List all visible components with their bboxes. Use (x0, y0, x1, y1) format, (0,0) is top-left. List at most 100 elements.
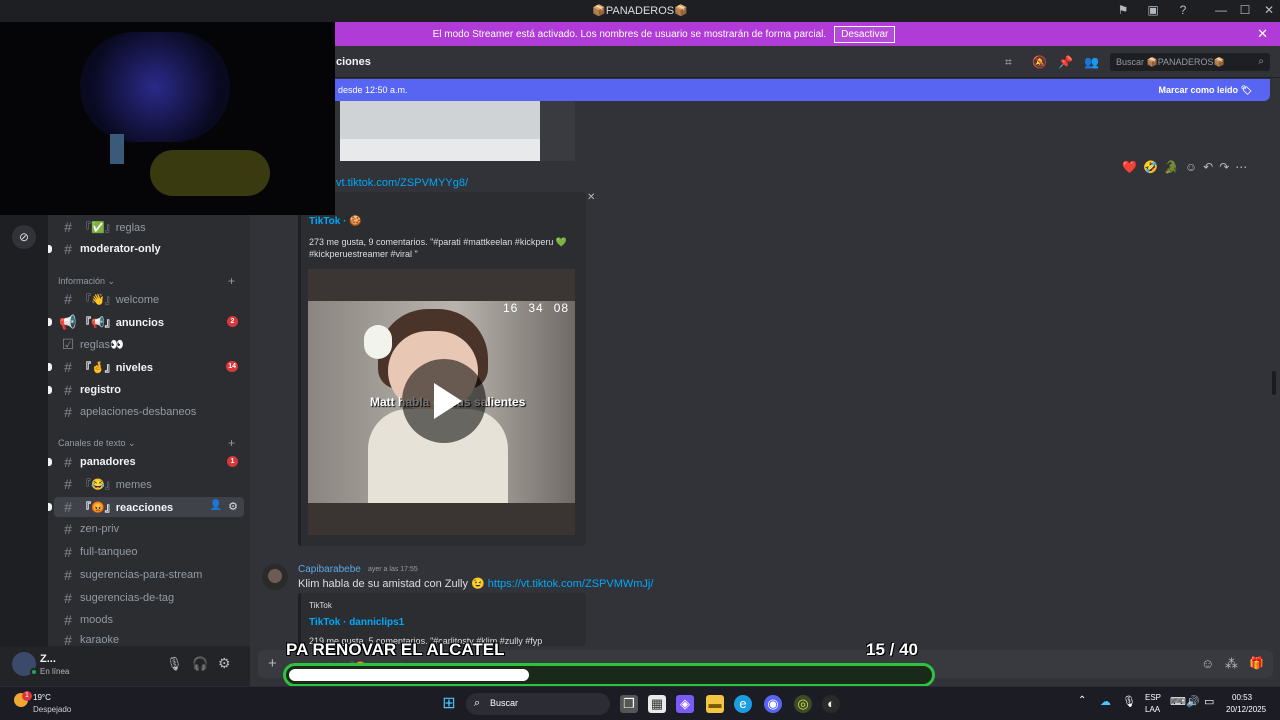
windows-start-icon[interactable]: ⊞ (440, 695, 458, 713)
channel-reglas-eyes[interactable]: ☑ reglas👀 (54, 334, 244, 354)
gear-icon[interactable]: ⚙ (228, 500, 238, 513)
microphone-tray-icon[interactable]: 🎙 (1122, 695, 1136, 708)
unread-indicator (48, 386, 52, 394)
apps-icon[interactable]: ⁂ (1225, 656, 1238, 672)
close-window-button[interactable]: ✕ (1258, 3, 1280, 17)
tiktok-link[interactable]: vt.tiktok.com/ZSPVMYYg8/ (336, 177, 468, 189)
discover-icon[interactable]: ⊘ (12, 225, 36, 249)
goal-count: 15 / 40 (866, 640, 918, 660)
channel-moderator-only[interactable]: # moderator-only (48, 239, 244, 259)
file-explorer-icon[interactable]: ▬ (706, 695, 724, 713)
members-icon[interactable]: 👥 (1084, 55, 1099, 69)
discord-icon[interactable]: ◉ (764, 695, 782, 713)
add-channel-icon[interactable]: + (228, 436, 235, 450)
embed-provider[interactable]: TikTok · 🍪 (309, 216, 362, 227)
reply-icon[interactable]: ↶ (1203, 160, 1213, 178)
play-button[interactable] (402, 359, 486, 443)
invite-icon[interactable]: 👤 (210, 500, 222, 511)
channel-panadores[interactable]: # panadores 1 (48, 452, 244, 472)
channel-label: 『📢』anuncios (80, 317, 164, 329)
pin-icon[interactable]: 📌 (1058, 55, 1073, 69)
edge-browser-icon[interactable]: e (734, 695, 752, 713)
copilot-icon[interactable]: ◈ (676, 695, 694, 713)
channel-zen-priv[interactable]: # zen-priv (54, 519, 244, 539)
store-icon[interactable]: ▦ (648, 695, 666, 713)
upload-plus-icon[interactable]: + (268, 655, 277, 672)
onedrive-icon[interactable]: ☁ (1100, 695, 1111, 708)
channel-moods[interactable]: # moods (54, 610, 244, 630)
volume-icon[interactable]: 🔊 (1186, 695, 1200, 708)
new-messages-bar[interactable]: desde 12:50 a.m. Marcar como leído 🏷 (330, 79, 1270, 101)
play-icon (434, 383, 462, 419)
message-link[interactable]: https://vt.tiktok.com/ZSPVMWmJj/ (488, 578, 654, 590)
mark-read-label: Marcar como leído (1158, 85, 1239, 95)
add-channel-icon[interactable]: + (228, 274, 235, 288)
channel-karaoke[interactable]: # karaoke (54, 633, 244, 646)
channel-label: panadores (80, 456, 136, 468)
search-input[interactable]: Buscar 📦PANADEROS📦 ⌕ (1110, 53, 1270, 71)
obs-icon[interactable]: ◐ (822, 695, 840, 713)
channel-label: moods (80, 614, 114, 626)
taskbar-search[interactable]: ⌕ Buscar (466, 693, 610, 715)
app-icon[interactable]: ◎ (794, 695, 812, 713)
mute-bell-icon[interactable]: 🔕 (1032, 55, 1047, 69)
channel-registro[interactable]: # registro (48, 380, 244, 400)
image-attachment[interactable] (340, 101, 575, 161)
more-options-icon[interactable]: ⋯ (1235, 160, 1247, 178)
unread-indicator (48, 318, 52, 326)
microphone-icon[interactable]: 🎙 (166, 656, 183, 672)
forward-icon[interactable]: ↷ (1219, 160, 1229, 178)
category-informacion[interactable]: Información ⌄ + (58, 274, 235, 288)
message-author[interactable]: Capibarabebe (298, 564, 361, 575)
channel-niveles[interactable]: # 『🤞』niveles 14 (48, 357, 244, 377)
counter-digit: 08 (553, 301, 570, 315)
inbox-icon[interactable]: ⚑ (1112, 3, 1134, 17)
chevron-up-icon[interactable]: ⌃ (1078, 695, 1086, 706)
threads-icon[interactable]: ⌗ (1005, 55, 1012, 70)
clock-date[interactable]: 20/12/2025 (1226, 705, 1266, 714)
battery-icon[interactable]: ▭ (1204, 695, 1214, 708)
channel-apelaciones[interactable]: # apelaciones-desbaneos (54, 402, 244, 422)
video-top-band (308, 269, 575, 301)
crocodile-reaction[interactable]: 🐊 (1164, 160, 1179, 178)
embed-title[interactable]: TikTok · danniclips1 (309, 617, 404, 628)
network-icon[interactable]: ⌨ (1170, 695, 1186, 708)
video-thumbnail[interactable]: 16 34 08 Matt habla de sus salientes (308, 269, 575, 535)
message-text: Klim habla de su amistad con Zully 😉 htt… (298, 577, 653, 590)
task-view-icon[interactable]: ❐ (620, 695, 638, 713)
channel-full-tanqueo[interactable]: # full-tanqueo (54, 542, 244, 562)
channel-sugerencias-stream[interactable]: # sugerencias-para-stream (54, 565, 244, 585)
screen-icon[interactable]: ▣ (1142, 3, 1164, 17)
hash-icon: # (64, 382, 72, 398)
scrollbar-thumb[interactable] (1272, 371, 1276, 395)
lang-primary[interactable]: ESP (1145, 693, 1161, 702)
channel-reglas[interactable]: # 『✅』reglas (54, 217, 244, 237)
channel-title: ciones (336, 56, 371, 68)
channel-reacciones[interactable]: # 『😡』reacciones 👤 ⚙ (48, 497, 244, 517)
settings-gear-icon[interactable]: ⚙ (218, 655, 231, 672)
heart-reaction[interactable]: ❤️ (1122, 160, 1137, 178)
category-canales-texto[interactable]: Canales de texto ⌄ + (58, 436, 235, 450)
minimize-button[interactable]: — (1210, 3, 1232, 17)
channel-memes[interactable]: # 『😂』memes (54, 474, 244, 494)
channel-anuncios[interactable]: 📢 『📢』anuncios 2 (48, 312, 244, 332)
gift-icon[interactable]: 🎁 (1249, 656, 1264, 670)
remove-embed-icon[interactable]: ✕ (587, 192, 595, 203)
gift-emoji-icon[interactable]: ☺ (1201, 656, 1214, 671)
lang-secondary[interactable]: LAA (1145, 705, 1160, 714)
user-status: En línea (40, 667, 70, 676)
headphones-icon[interactable]: 🎧 (192, 656, 208, 672)
channel-welcome[interactable]: # 『👋』welcome (54, 289, 244, 309)
author-avatar[interactable] (262, 564, 288, 590)
laugh-reaction[interactable]: 🤣 (1143, 160, 1158, 178)
close-icon[interactable]: ✕ (1257, 26, 1268, 42)
add-reaction-icon[interactable]: ☺ (1185, 160, 1197, 178)
mark-read-button[interactable]: Marcar como leído 🏷 (1159, 85, 1252, 96)
channel-label: sugerencias-de-tag (80, 592, 175, 604)
counter-digit: 34 (528, 301, 544, 315)
help-icon[interactable]: ? (1172, 3, 1194, 17)
disable-streamer-button[interactable]: Desactivar (834, 25, 896, 43)
maximize-button[interactable]: ☐ (1234, 3, 1256, 17)
clock-time[interactable]: 00:53 (1232, 693, 1252, 702)
channel-sugerencias-tag[interactable]: # sugerencias-de-tag (54, 588, 244, 608)
